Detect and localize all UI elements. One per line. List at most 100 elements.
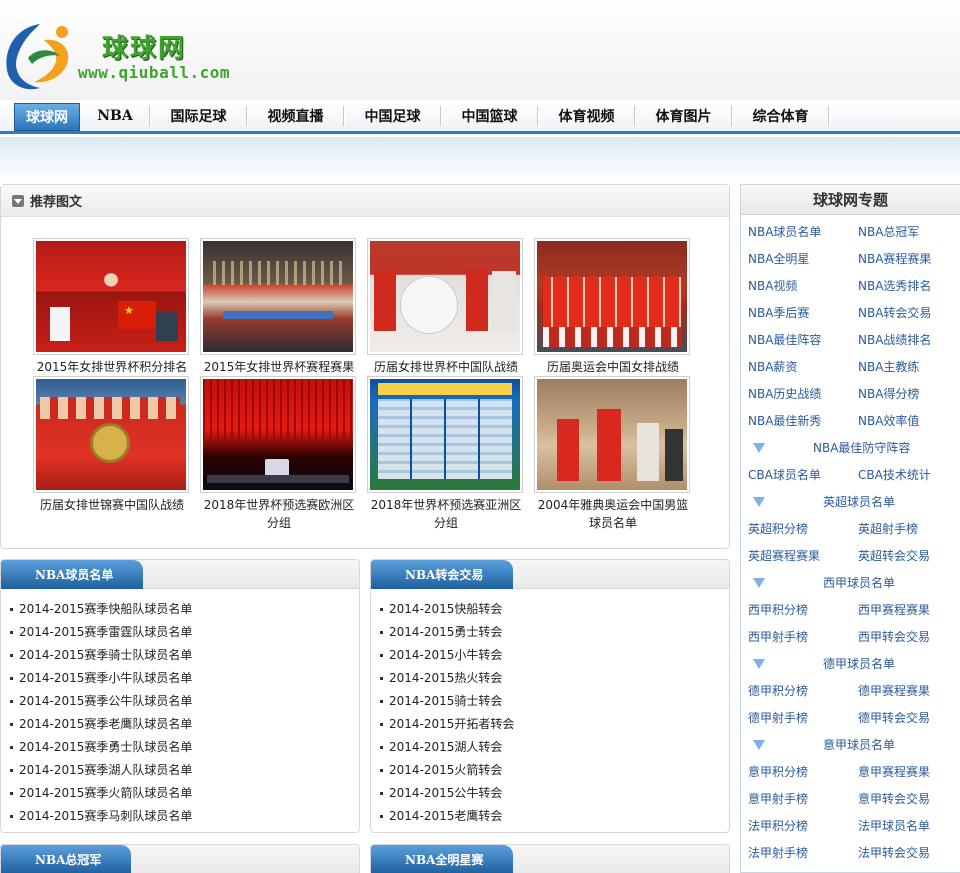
recommended-panel: 推荐图文 ★ 2015年女排世界杯积分排名 2015年女排世界杯赛程赛果 历届女…: [0, 184, 730, 549]
sidebar-link[interactable]: 西甲球员名单: [823, 574, 895, 591]
list-item[interactable]: 2014-2015骑士转会: [380, 690, 729, 713]
list-item[interactable]: 2014-2015勇士转会: [380, 621, 729, 644]
sidebar-link[interactable]: 法甲积分榜: [748, 817, 808, 834]
list-item[interactable]: 2014-2015老鹰转会: [380, 805, 729, 828]
box-tab-nba-allstar[interactable]: NBA全明星赛: [371, 845, 513, 873]
list-item[interactable]: 2014-2015赛季勇士队球员名单: [10, 736, 359, 759]
photo-card[interactable]: 2004年雅典奥运会中国男篮球员名单: [533, 376, 693, 532]
sidebar-link[interactable]: CBA技术统计: [858, 466, 931, 483]
sidebar-link[interactable]: NBA最佳新秀: [748, 412, 821, 429]
list-item[interactable]: 2014-2015开拓者转会: [380, 713, 729, 736]
list-item[interactable]: 2014-2015赛季火箭队球员名单: [10, 782, 359, 805]
list-item[interactable]: 2014-2015赛季老鹰队球员名单: [10, 713, 359, 736]
photo-card[interactable]: 历届女排世界杯中国队战绩: [366, 238, 526, 376]
nba-transfer-box: NBA转会交易 2014-2015快船转会 2014-2015勇士转会 2014…: [370, 559, 730, 833]
nav-item-sports-video[interactable]: 体育视频: [538, 100, 635, 131]
sidebar-link[interactable]: NBA薪资: [748, 358, 797, 375]
list-item[interactable]: 2014-2015赛季马刺队球员名单: [10, 805, 359, 828]
sidebar-link[interactable]: 意甲赛程赛果: [858, 763, 930, 780]
list-item[interactable]: 2014-2015赛季雷霆队球员名单: [10, 621, 359, 644]
sidebar-link[interactable]: 西甲赛程赛果: [858, 601, 930, 618]
nav-item-live-video[interactable]: 视频直播: [247, 100, 344, 131]
sidebar-link[interactable]: NBA最佳阵容: [748, 331, 821, 348]
list-item[interactable]: 2014-2015赛季湖人队球员名单: [10, 759, 359, 782]
photo-card[interactable]: 2015年女排世界杯赛程赛果: [199, 238, 359, 376]
sidebar-link[interactable]: NBA历史战绩: [748, 385, 821, 402]
sidebar-link[interactable]: NBA转会交易: [858, 304, 931, 321]
sidebar-link[interactable]: NBA选秀排名: [858, 277, 931, 294]
nav-item-sports-photos[interactable]: 体育图片: [635, 100, 732, 131]
nav-item-home[interactable]: 球球网: [14, 103, 80, 131]
triangle-marker-icon: [753, 740, 765, 750]
sidebar-link[interactable]: NBA视频: [748, 277, 797, 294]
sidebar-link[interactable]: 德甲射手榜: [748, 709, 808, 726]
sidebar-row: 意甲积分榜 意甲赛程赛果: [741, 758, 960, 785]
sidebar-link[interactable]: 德甲转会交易: [858, 709, 930, 726]
sidebar-row: 英超积分榜 英超射手榜: [741, 515, 960, 542]
sidebar-link[interactable]: NBA总冠军: [858, 223, 919, 240]
site-logo[interactable]: 球球网 www.qiuball.com: [0, 14, 246, 98]
sidebar-link[interactable]: 英超积分榜: [748, 520, 808, 537]
sidebar-link[interactable]: 法甲射手榜: [748, 844, 808, 861]
sidebar-link[interactable]: NBA效率值: [858, 412, 919, 429]
sidebar-link[interactable]: 德甲球员名单: [823, 655, 895, 672]
photo-card[interactable]: 历届女排世锦赛中国队战绩: [32, 376, 192, 514]
list-item[interactable]: 2014-2015快船转会: [380, 598, 729, 621]
nav-item-nba[interactable]: NBA: [80, 100, 150, 131]
nav-item-china-football[interactable]: 中国足球: [344, 100, 441, 131]
list-item[interactable]: 2014-2015赛季骑士队球员名单: [10, 644, 359, 667]
nav-item-general-sports[interactable]: 综合体育: [732, 100, 829, 131]
sidebar-link[interactable]: NBA战绩排名: [858, 331, 931, 348]
sidebar-link[interactable]: NBA全明星: [748, 250, 809, 267]
sidebar-link[interactable]: 西甲射手榜: [748, 628, 808, 645]
photo-card[interactable]: 历届奥运会中国女排战绩: [533, 238, 693, 376]
nav-item-china-basketball[interactable]: 中国篮球: [441, 100, 538, 131]
sidebar-link[interactable]: 英超球员名单: [823, 493, 895, 510]
photo-thumbnail: [203, 241, 353, 352]
sidebar-link[interactable]: 意甲射手榜: [748, 790, 808, 807]
sidebar-link[interactable]: CBA球员名单: [748, 466, 821, 483]
list-item[interactable]: 2014-2015赛季公牛队球员名单: [10, 690, 359, 713]
sidebar-link[interactable]: 英超赛程赛果: [748, 547, 820, 564]
list-item[interactable]: 2014-2015公牛转会: [380, 782, 729, 805]
sidebar-link[interactable]: 德甲赛程赛果: [858, 682, 930, 699]
list-item[interactable]: 2014-2015湖人转会: [380, 736, 729, 759]
list-item[interactable]: 2014-2015赛季小牛队球员名单: [10, 667, 359, 690]
nav-item-intl-football[interactable]: 国际足球: [150, 100, 247, 131]
sidebar-link[interactable]: 意甲转会交易: [858, 790, 930, 807]
collapse-icon[interactable]: [12, 194, 24, 207]
sidebar-link[interactable]: 英超射手榜: [858, 520, 918, 537]
photo-card[interactable]: 2018年世界杯预选赛亚洲区分组: [366, 376, 526, 532]
sidebar-link[interactable]: 西甲积分榜: [748, 601, 808, 618]
sidebar-link[interactable]: NBA赛程赛果: [858, 250, 931, 267]
sidebar-link[interactable]: 德甲积分榜: [748, 682, 808, 699]
photo-card[interactable]: 2018年世界杯预选赛欧洲区分组: [199, 376, 359, 532]
sidebar-link[interactable]: 西甲转会交易: [858, 628, 930, 645]
sidebar-link[interactable]: NBA主教练: [858, 358, 919, 375]
sidebar-section: NBA最佳防守阵容: [741, 434, 960, 461]
photo-caption: 历届女排世界杯中国队战绩: [373, 360, 518, 374]
sidebar-link[interactable]: 法甲转会交易: [858, 844, 930, 861]
sidebar-link[interactable]: NBA球员名单: [748, 223, 821, 240]
sidebar-title: 球球网专题: [741, 185, 960, 215]
sidebar-row: NBA全明星 NBA赛程赛果: [741, 245, 960, 272]
list-item[interactable]: 2014-2015热火转会: [380, 667, 729, 690]
sidebar-link[interactable]: 法甲球员名单: [858, 817, 930, 834]
photo-caption: 2018年世界杯预选赛欧洲区分组: [203, 498, 355, 530]
list-item[interactable]: 2014-2015赛季快船队球员名单: [10, 598, 359, 621]
sidebar-link[interactable]: 意甲球员名单: [823, 736, 895, 753]
box-tab-nba-roster[interactable]: NBA球员名单: [1, 560, 143, 589]
photo-caption: 2004年雅典奥运会中国男篮球员名单: [537, 498, 689, 530]
box-tab-nba-champion[interactable]: NBA总冠军: [1, 845, 131, 873]
sidebar-link[interactable]: NBA最佳防守阵容: [813, 439, 910, 456]
list-item[interactable]: 2014-2015火箭转会: [380, 759, 729, 782]
sidebar-row: CBA球员名单 CBA技术统计: [741, 461, 960, 488]
sidebar-link[interactable]: 意甲积分榜: [748, 763, 808, 780]
logo-url: www.qiuball.com: [78, 63, 230, 82]
photo-card[interactable]: ★ 2015年女排世界杯积分排名: [32, 238, 192, 376]
sidebar-link[interactable]: NBA季后赛: [748, 304, 809, 321]
sidebar-link[interactable]: NBA得分榜: [858, 385, 919, 402]
list-item[interactable]: 2014-2015小牛转会: [380, 644, 729, 667]
sidebar-link[interactable]: 英超转会交易: [858, 547, 930, 564]
box-tab-nba-transfer[interactable]: NBA转会交易: [371, 560, 513, 589]
